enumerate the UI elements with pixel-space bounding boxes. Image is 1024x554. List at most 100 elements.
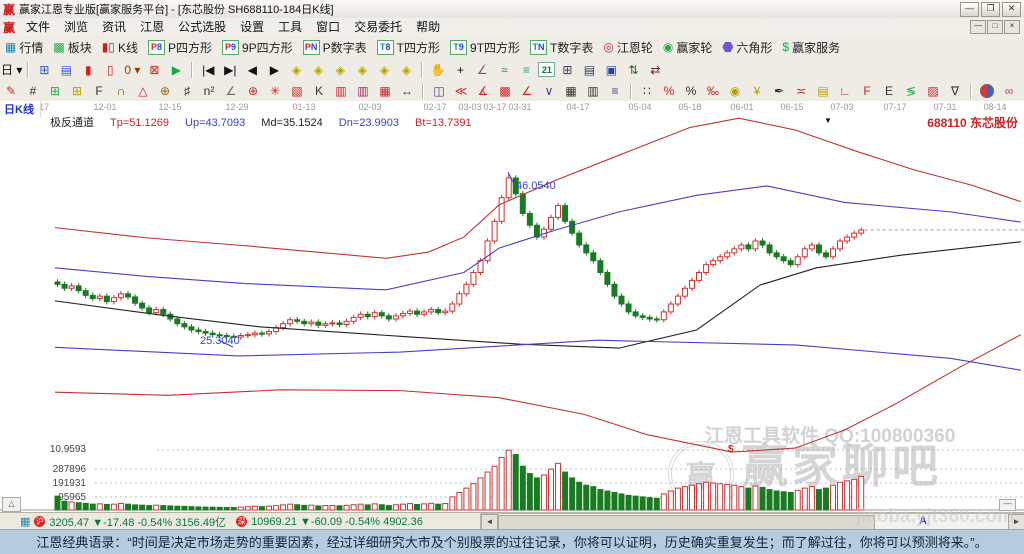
volume-expand-button[interactable]: △ [2, 497, 21, 512]
menu-item-3[interactable]: 资讯 [95, 18, 133, 36]
period-day-dropdown[interactable]: 日 ▾ [1, 61, 22, 78]
diamond-right-icon[interactable]: ◈ [308, 61, 328, 78]
volume-collapse-button[interactable]: — [999, 499, 1016, 511]
market-grid-icon[interactable]: ▦ [20, 515, 30, 528]
close-button[interactable]: ✕ [1002, 1, 1021, 17]
menu-item-1[interactable]: 文件 [19, 18, 57, 36]
capsule-dropdown[interactable]: 0 ▾ [122, 61, 142, 78]
p-number-table-button[interactable]: P N P数字表 [298, 37, 372, 57]
diamond-expand-v-icon[interactable]: ◈ [374, 61, 394, 78]
menu-item-5[interactable]: 公式选股 [171, 18, 233, 36]
shadow-box-icon[interactable]: ▨ [923, 83, 943, 100]
notes-icon[interactable]: ▤ [579, 61, 599, 78]
poly-line-icon[interactable]: ∇ [945, 83, 965, 100]
t-square-button[interactable]: T 8 T四方形 [372, 37, 445, 57]
data-import-icon[interactable]: ⇄ [645, 61, 665, 78]
t-number-table-button[interactable]: T N T数字表 [525, 37, 598, 57]
percent-red-icon[interactable]: % [659, 83, 679, 100]
scrollbar-thumb[interactable] [498, 515, 875, 530]
nine-p-square-button[interactable]: P 9 9P四方形 [217, 37, 298, 57]
angle-tool-icon[interactable]: ∠ [221, 83, 241, 100]
big-grid-icon[interactable]: ▦ [375, 83, 395, 100]
grid-box-icon[interactable]: ▦ [561, 83, 581, 100]
gann-grid-gold-icon[interactable]: ⊞ [67, 83, 87, 100]
cycle-tool-icon[interactable]: ⊕ [155, 83, 175, 100]
gann-grid-green-icon[interactable]: ⊞ [45, 83, 65, 100]
hash-grid-icon[interactable]: ♯ [177, 83, 197, 100]
chart-lines-icon[interactable]: ≡ [516, 61, 536, 78]
candle-down-style-icon[interactable]: ▯ [100, 61, 120, 78]
taiji-icon[interactable] [977, 83, 997, 100]
measure-tool-icon[interactable]: ◫ [429, 83, 449, 100]
gold-box-icon[interactable]: ▤ [813, 83, 833, 100]
diamond-shrink-h-icon[interactable]: ◈ [352, 61, 372, 78]
pencil-tool-icon[interactable]: ✎ [1, 83, 21, 100]
v-shape-icon[interactable]: ∨ [539, 83, 559, 100]
k-mark-icon[interactable]: K [309, 83, 329, 100]
compass-tool-icon[interactable]: △ [133, 83, 153, 100]
menu-item-2[interactable]: 浏览 [57, 18, 95, 36]
hand-tool-icon[interactable]: ✋ [428, 61, 448, 78]
sectors-button[interactable]: ▩ 板块 [48, 37, 96, 57]
ink-pen-icon[interactable]: ✒ [769, 83, 789, 100]
trend-steps-icon[interactable]: ≶ [901, 83, 921, 100]
calendar-icon[interactable]: 21 [538, 62, 556, 77]
prev-bar-icon[interactable]: ◀ [242, 61, 262, 78]
width-span-icon[interactable]: ↔ [397, 83, 417, 100]
data-export-icon[interactable]: ⇅ [623, 61, 643, 78]
gann-wheel-button[interactable]: ◎ 江恩轮 [598, 37, 658, 57]
angle-measure-icon[interactable]: ∠ [472, 61, 492, 78]
shenzhen-index-quote[interactable]: 10969.21 ▼-60.09 -0.54% 4902.36 [251, 516, 423, 528]
winner-service-button[interactable]: $ 赢家服务 [777, 37, 845, 57]
tab-daily-kline[interactable]: 日K线 [4, 101, 41, 117]
diamond-left-icon[interactable]: ◈ [286, 61, 306, 78]
wave-tool-icon[interactable]: ≈ [494, 61, 514, 78]
mdi-minimize-button[interactable]: — [970, 20, 986, 34]
f-line-icon[interactable]: F [857, 83, 877, 100]
overlay-flags-icon[interactable]: ⊠ [144, 61, 164, 78]
menu-item-9[interactable]: 交易委托 [347, 18, 409, 36]
e-line-icon[interactable]: E [879, 83, 899, 100]
star-burst-icon[interactable]: ✳ [265, 83, 285, 100]
diamond-expand-h-icon[interactable]: ◈ [330, 61, 350, 78]
p-square-button[interactable]: P 8 P四方形 [143, 37, 217, 57]
f-ruler-icon[interactable]: F [89, 83, 109, 100]
quotes-button[interactable]: ▦ 行情 [0, 37, 48, 57]
gann-fan-icon[interactable]: ∡ [473, 83, 493, 100]
photo-region-icon[interactable]: ▧ [287, 83, 307, 100]
gold-line-icon[interactable]: ¥ [747, 83, 767, 100]
next-bar-icon[interactable]: ▶ [264, 61, 284, 78]
menu-item-7[interactable]: 工具 [271, 18, 309, 36]
favorites-icon[interactable]: ⊞ [34, 61, 54, 78]
arc-tool-icon[interactable]: ∩ [111, 83, 131, 100]
menu-item-4[interactable]: 江恩 [133, 18, 171, 36]
menu-item-10[interactable]: 帮助 [409, 18, 447, 36]
permille-icon[interactable]: ‰ [703, 83, 723, 100]
angle-line-icon[interactable]: ∠ [517, 83, 537, 100]
wave-lines-icon[interactable]: ≪ [451, 83, 471, 100]
percent-icon[interactable]: % [681, 83, 701, 100]
color-marker-icon[interactable]: ▶ [166, 61, 186, 78]
nine-t-square-button[interactable]: T 9 9T四方形 [445, 37, 525, 57]
candle-up-style-icon[interactable]: ▮ [78, 61, 98, 78]
menu-item-8[interactable]: 窗口 [309, 18, 347, 36]
scroll-right-button[interactable]: ► [1008, 514, 1024, 530]
multi-line-icon[interactable]: ≡ [605, 83, 625, 100]
save-icon[interactable]: ▣ [601, 61, 621, 78]
winner-wheel-button[interactable]: ◉ 赢家轮 [658, 37, 718, 57]
shanghai-index-quote[interactable]: 3205.47 ▼-17.48 -0.54% 3156.49亿 [49, 514, 226, 530]
gold-circle-icon[interactable]: ◉ [725, 83, 745, 100]
menu-item-6[interactable]: 设置 [233, 18, 271, 36]
infinity-icon[interactable]: ∞ [999, 83, 1019, 100]
scroll-left-button[interactable]: ◄ [481, 514, 498, 530]
crosshair-tool-icon[interactable]: + [450, 61, 470, 78]
first-bar-icon[interactable]: |◀ [198, 61, 218, 78]
ladder-line-icon[interactable]: ≍ [791, 83, 811, 100]
grid-tool-icon[interactable]: # [23, 83, 43, 100]
calculator-icon[interactable]: ⊞ [557, 61, 577, 78]
table-box-icon[interactable]: ▥ [583, 83, 603, 100]
band-tool-icon[interactable]: ▥ [331, 83, 351, 100]
up-angle-icon[interactable]: ∟ [835, 83, 855, 100]
diamond-shrink-v-icon[interactable]: ◈ [396, 61, 416, 78]
chart-pane[interactable] [0, 113, 1024, 512]
